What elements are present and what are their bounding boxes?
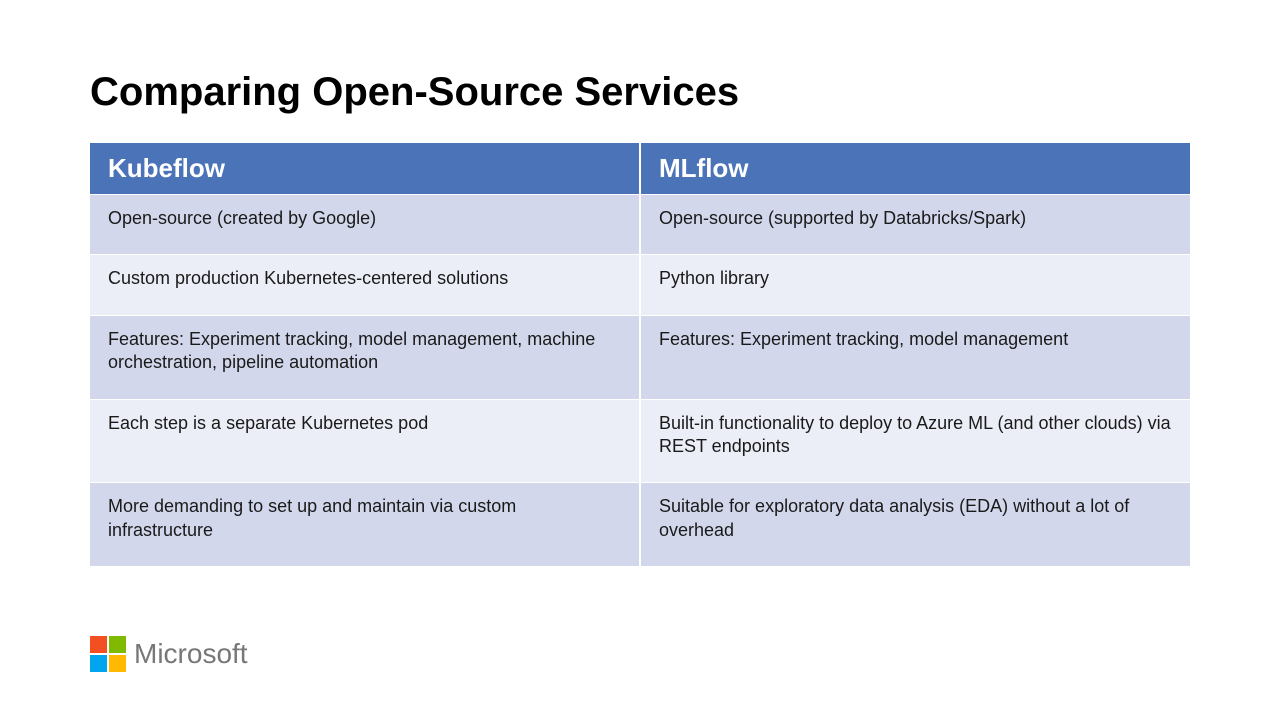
table-row: Each step is a separate Kubernetes pod B… — [90, 399, 1190, 483]
table-cell: Built-in functionality to deploy to Azur… — [640, 399, 1190, 483]
table-cell: Suitable for exploratory data analysis (… — [640, 483, 1190, 566]
table-header-kubeflow: Kubeflow — [90, 143, 640, 195]
table-cell: Features: Experiment tracking, model man… — [90, 315, 640, 399]
microsoft-logo-icon — [90, 636, 126, 672]
table-header-row: Kubeflow MLflow — [90, 143, 1190, 195]
table-cell: Each step is a separate Kubernetes pod — [90, 399, 640, 483]
table-cell: More demanding to set up and maintain vi… — [90, 483, 640, 566]
table-row: Features: Experiment tracking, model man… — [90, 315, 1190, 399]
comparison-table: Kubeflow MLflow Open-source (created by … — [90, 143, 1190, 566]
table-row: More demanding to set up and maintain vi… — [90, 483, 1190, 566]
table-cell: Open-source (created by Google) — [90, 195, 640, 255]
table-cell: Custom production Kubernetes-centered so… — [90, 255, 640, 315]
table-cell: Features: Experiment tracking, model man… — [640, 315, 1190, 399]
brand-label: Microsoft — [134, 638, 248, 670]
table-row: Custom production Kubernetes-centered so… — [90, 255, 1190, 315]
table-cell: Python library — [640, 255, 1190, 315]
table-cell: Open-source (supported by Databricks/Spa… — [640, 195, 1190, 255]
slide: Comparing Open-Source Services Kubeflow … — [0, 0, 1280, 720]
page-title: Comparing Open-Source Services — [90, 70, 1190, 115]
table-row: Open-source (created by Google) Open-sou… — [90, 195, 1190, 255]
table-header-mlflow: MLflow — [640, 143, 1190, 195]
footer: Microsoft — [90, 636, 248, 672]
